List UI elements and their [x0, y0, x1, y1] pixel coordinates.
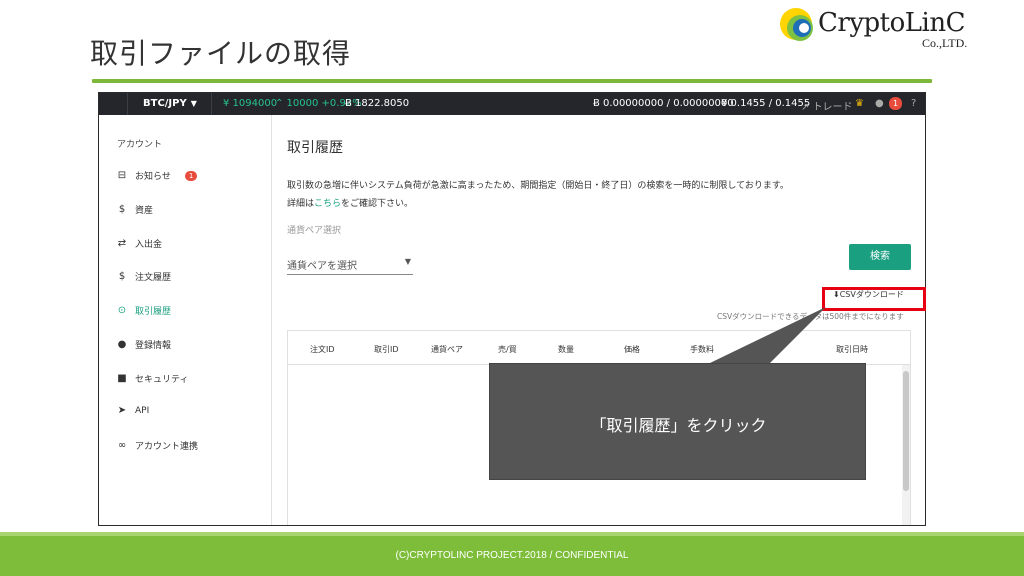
column-header: 価格 — [624, 345, 640, 354]
sidebar-item-security[interactable]: ■ セキュリティ — [115, 372, 188, 385]
notification-badge[interactable]: 1 — [889, 97, 903, 110]
btc-price: Ƀ 1822.8050 — [345, 98, 410, 109]
sidebar-item-label: 資産 — [135, 206, 154, 216]
sidebar-item-label: お知らせ — [135, 172, 171, 182]
footer-text: (C)CRYPTOLINC PROJECT.2018 / CONFIDENTIA… — [395, 550, 629, 561]
dollar-icon: $ — [118, 204, 126, 215]
page-title: 取引履歴 — [287, 140, 343, 156]
sidebar-item-label: セキュリティ — [135, 375, 189, 385]
clock-icon: ⊙ — [117, 305, 127, 316]
column-header: 取引日時 — [836, 345, 868, 354]
lock-icon: ■ — [117, 373, 127, 384]
notice-suffix: をご確認下さい。 — [341, 199, 414, 209]
sidebar-item-label: アカウント連携 — [135, 442, 199, 452]
pair-select[interactable]: 通貨ペアを選択 ▼ — [287, 253, 413, 275]
jpy-balance: ¥ 0.1455 / 0.1455 — [721, 98, 811, 109]
dollar-icon: $ — [118, 271, 126, 282]
logo-name: CryptoLinC — [818, 8, 965, 38]
sidebar-item-trade-history[interactable]: ⊙ 取引履歴 — [115, 304, 171, 317]
sidebar-item-account-link[interactable]: ∞ アカウント連携 — [115, 439, 198, 452]
scrollbar-thumb[interactable] — [903, 371, 909, 491]
sidebar-item-label: 登録情報 — [135, 341, 172, 351]
sidebar-item-notices[interactable]: ⊟ お知らせ 1 — [115, 169, 198, 182]
logo-subtitle: Co.,LTD. — [922, 36, 968, 50]
sidebar-heading: アカウント — [117, 140, 163, 150]
search-button[interactable]: 検索 — [849, 244, 911, 270]
pair-label: BTC/JPY — [143, 98, 187, 109]
notice-text: 取引数の急増に伴いシステム負荷が急激に高まったため、期間指定（開始日・終了日）の… — [287, 177, 789, 213]
inbox-icon: ⊟ — [117, 170, 127, 181]
column-header: 取引ID — [374, 345, 399, 354]
user-icon[interactable]: ● — [875, 98, 884, 109]
user-icon: ● — [117, 339, 127, 350]
footer-stripe — [0, 532, 1024, 536]
transfer-icon: ⇄ — [117, 238, 127, 249]
topbar-divider — [127, 93, 128, 115]
notice-line: 詳細はこちらをご確認下さい。 — [287, 195, 789, 213]
price-jpy: ¥ 1094000 — [223, 98, 278, 109]
pair-selector[interactable]: BTC/JPY ▼ — [143, 98, 197, 109]
trade-link-label: トレード — [812, 102, 853, 113]
trophy-icon[interactable]: ♛ — [855, 98, 864, 109]
sidebar-item-label: 取引履歴 — [135, 307, 172, 317]
column-header: 数量 — [558, 345, 574, 354]
slide-title: 取引ファイルの取得 — [90, 37, 352, 70]
sidebar-item-registration[interactable]: ● 登録情報 — [115, 338, 171, 351]
topbar-divider — [211, 93, 212, 115]
sidebar-item-order-history[interactable]: $ 注文履歴 — [115, 270, 171, 283]
sidebar-item-api[interactable]: ➤ API — [115, 405, 149, 416]
help-icon[interactable]: ? — [911, 98, 916, 109]
sidebar-item-label: 注文履歴 — [135, 273, 172, 283]
instruction-callout: 「取引履歴」をクリック — [489, 363, 866, 480]
details-link[interactable]: こちら — [314, 199, 341, 209]
title-underline — [92, 79, 932, 83]
link-icon: ∞ — [117, 440, 127, 451]
callout-pointer — [710, 307, 826, 363]
notice-count-badge: 1 — [184, 170, 198, 181]
trend-icon: ↗ — [801, 102, 813, 113]
column-header: 通貨ペア — [431, 345, 463, 354]
pair-select-placeholder: 通貨ペアを選択 — [287, 261, 357, 272]
btc-balance: Ƀ 0.00000000 / 0.00000000 — [593, 98, 734, 109]
notice-prefix: 詳細は — [287, 199, 315, 209]
send-icon: ➤ — [117, 405, 127, 416]
slide: 取引ファイルの取得 CryptoLinC Co.,LTD. BTC/JPY ▼ ¥… — [0, 0, 1024, 576]
pair-select-label: 通貨ペア選択 — [287, 226, 342, 236]
caret-down-icon: ▼ — [404, 257, 411, 266]
sidebar-item-label: API — [135, 405, 150, 416]
notice-line: 取引数の急増に伴いシステム負荷が急激に高まったため、期間指定（開始日・終了日）の… — [287, 181, 789, 191]
trade-link[interactable]: ↗ トレード — [801, 98, 853, 113]
column-header: 売/買 — [498, 345, 517, 354]
sidebar: アカウント ⊟ お知らせ 1 $ 資産 ⇄ 入出金 $ 注文履歴 ⊙ 取引履歴 ● 登録情報 … — [99, 115, 272, 525]
chevron-down-icon: ▼ — [190, 99, 197, 108]
column-header: 注文ID — [310, 345, 335, 354]
top-bar: BTC/JPY ▼ ¥ 1094000 ⌃ 10000 +0.92% Ƀ 1822… — [99, 93, 925, 115]
callout-text: 「取引履歴」をクリック — [590, 416, 767, 435]
sidebar-item-deposit-withdraw[interactable]: ⇄ 入出金 — [115, 237, 162, 250]
sidebar-item-assets[interactable]: $ 資産 — [115, 203, 153, 216]
sidebar-item-label: 入出金 — [135, 240, 163, 250]
